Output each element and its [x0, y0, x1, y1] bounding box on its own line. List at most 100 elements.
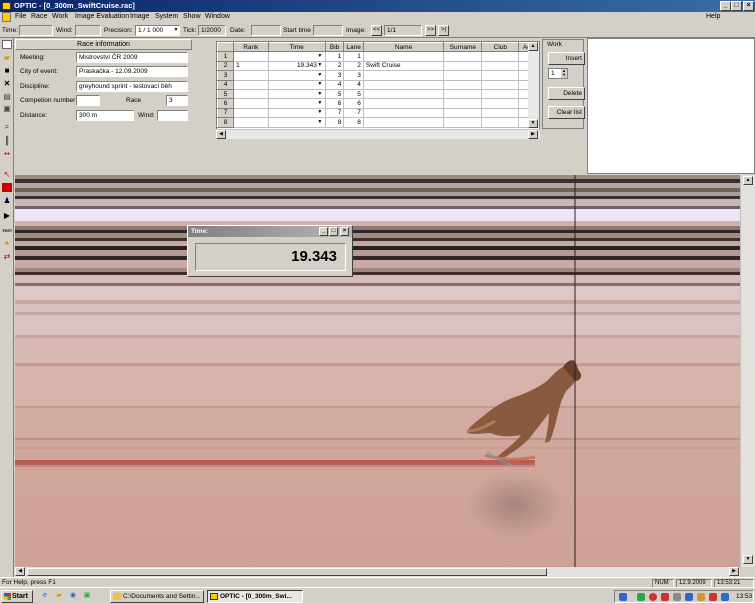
lane-cell[interactable]: 4	[343, 79, 364, 90]
window-icon[interactable]: ▣	[2, 104, 12, 113]
tray-shield-icon[interactable]	[637, 593, 645, 601]
app-icon[interactable]	[2, 2, 11, 10]
document-icon[interactable]	[2, 12, 11, 22]
insert-button[interactable]: Insert	[548, 52, 585, 65]
time-field[interactable]	[19, 25, 53, 36]
time-cell[interactable]: ▼	[267, 117, 326, 128]
club-cell[interactable]	[481, 70, 520, 81]
menu-file[interactable]: File	[15, 13, 26, 20]
table-row[interactable]: 4 ▼ 4 4	[217, 79, 539, 90]
chevron-down-icon[interactable]: ▼	[317, 62, 323, 69]
club-cell[interactable]	[481, 88, 520, 100]
image-scroll-right-icon[interactable]: ▶	[729, 567, 739, 576]
minimize-button[interactable]: _	[720, 1, 731, 11]
arrows-icon[interactable]: ⇄	[2, 252, 12, 261]
wind-field[interactable]	[75, 25, 101, 36]
column-header-rank[interactable]: Rank	[233, 42, 269, 53]
chevron-down-icon[interactable]: ▼	[317, 100, 323, 107]
column-header-bib[interactable]: Bib	[324, 42, 345, 53]
time-cell[interactable]: ▼	[267, 98, 326, 109]
surname-cell[interactable]	[443, 51, 483, 62]
title-bar[interactable]: OPTIC - [0_300m_SwiftCruise.rac] _ □ ×	[0, 0, 755, 12]
desktop-icon[interactable]: ▣	[82, 591, 92, 601]
name-cell[interactable]	[362, 70, 445, 81]
image-next-button[interactable]: >>	[425, 25, 436, 36]
print-icon[interactable]: ▤	[2, 92, 12, 101]
bib-cell[interactable]: 2	[324, 60, 345, 72]
clear-list-button[interactable]: Clear list	[548, 106, 585, 119]
lane-cell[interactable]: 3	[343, 70, 364, 81]
scroll-down-icon[interactable]: ▼	[528, 119, 538, 128]
name-cell[interactable]	[362, 107, 445, 119]
media-icon[interactable]: ◉	[68, 591, 78, 601]
club-cell[interactable]	[481, 79, 520, 90]
surname-cell[interactable]	[443, 79, 483, 90]
city-field[interactable]: Praskačka - 12.09.2009	[76, 66, 188, 77]
update-icon[interactable]	[661, 593, 669, 601]
new-file-icon[interactable]	[2, 40, 12, 49]
chevron-down-icon[interactable]: ▼	[317, 119, 323, 126]
rank-cell[interactable]: 1	[233, 60, 269, 72]
precision-select[interactable]: 1 / 1 000 ▼	[135, 25, 180, 36]
menu-show[interactable]: Show	[183, 13, 201, 20]
name-cell[interactable]	[362, 98, 445, 109]
surname-cell[interactable]	[443, 70, 483, 81]
lane-cell[interactable]: 2	[343, 60, 364, 72]
chevron-down-icon[interactable]: ▼	[317, 109, 323, 116]
rank-cell[interactable]	[233, 70, 269, 81]
tick-field[interactable]: 1/2000	[198, 25, 226, 36]
athlete-icon[interactable]: ✦	[2, 239, 12, 248]
menu-help[interactable]: Help	[706, 13, 720, 20]
image-scroll-thumb[interactable]	[27, 568, 547, 576]
start-button[interactable]: Start	[1, 590, 33, 603]
column-header-lane[interactable]: Lane	[343, 42, 364, 53]
column-header-surname[interactable]: Surname	[443, 42, 483, 53]
club-cell[interactable]	[481, 117, 520, 128]
time-cell[interactable]: ▼	[267, 107, 326, 119]
name-cell[interactable]	[362, 79, 445, 90]
speed-icon[interactable]: ●●	[2, 150, 12, 159]
table-row[interactable]: 8 ▼ 8 8	[217, 117, 539, 128]
open-folder-icon[interactable]: ▰	[2, 53, 12, 62]
bib-cell[interactable]: 4	[324, 79, 345, 90]
surname-cell[interactable]	[443, 88, 483, 100]
table-row[interactable]: 6 ▼ 6 6	[217, 98, 539, 109]
date-field[interactable]	[251, 25, 281, 36]
network-icon[interactable]	[619, 593, 627, 601]
discipline-field[interactable]: greyhound sprint - testovací běh	[76, 81, 188, 92]
table-row[interactable]: 5 ▼ 5 5	[217, 88, 539, 100]
barcode-icon[interactable]: ║	[2, 136, 12, 145]
bluetooth-icon[interactable]	[685, 593, 693, 601]
image-scroll-up-icon[interactable]: ▲	[743, 176, 753, 185]
wind-info-field[interactable]	[157, 110, 188, 121]
bib-cell[interactable]: 3	[324, 70, 345, 81]
results-grid[interactable]: Rank Time Bib Lane Name Surname Club Age…	[216, 41, 540, 139]
printer-icon[interactable]	[697, 593, 705, 601]
column-header-time[interactable]: Time	[267, 42, 326, 53]
taskbar-item-explorer[interactable]: C:\Documents and Settin...	[110, 590, 204, 603]
bib-cell[interactable]: 8	[324, 117, 345, 128]
chevron-down-icon[interactable]: ▼	[317, 91, 323, 98]
competition-field[interactable]	[76, 95, 100, 106]
lane-cell[interactable]: 6	[343, 98, 364, 109]
maximize-button[interactable]: □	[731, 1, 742, 11]
image-scroll-left-icon[interactable]: ◀	[15, 567, 25, 576]
image-last-button[interactable]: >|	[438, 25, 449, 36]
image-horizontal-scrollbar[interactable]: ◀ ▶	[15, 567, 740, 577]
time-cell[interactable]: ▼	[267, 51, 326, 62]
bib-cell[interactable]: 5	[324, 88, 345, 100]
delete-button[interactable]: Delete	[548, 87, 585, 100]
table-row[interactable]: 7 ▼ 7 7	[217, 107, 539, 119]
column-header-club[interactable]: Club	[481, 42, 520, 53]
rank-cell[interactable]	[233, 98, 269, 109]
scroll-left-icon[interactable]: ◀	[216, 130, 226, 139]
surname-cell[interactable]	[443, 60, 483, 72]
photo-finish-image[interactable]	[15, 175, 740, 567]
time-cell[interactable]: ▼	[267, 79, 326, 90]
surname-cell[interactable]	[443, 117, 483, 128]
column-header[interactable]	[217, 42, 235, 53]
display-icon[interactable]	[721, 593, 729, 601]
image-scroll-down-icon[interactable]: ▼	[743, 555, 753, 564]
menu-work[interactable]: Work	[52, 13, 68, 20]
table-row[interactable]: 2 1 ▼ 19.343 2 2 Swift Cruise	[217, 60, 539, 72]
